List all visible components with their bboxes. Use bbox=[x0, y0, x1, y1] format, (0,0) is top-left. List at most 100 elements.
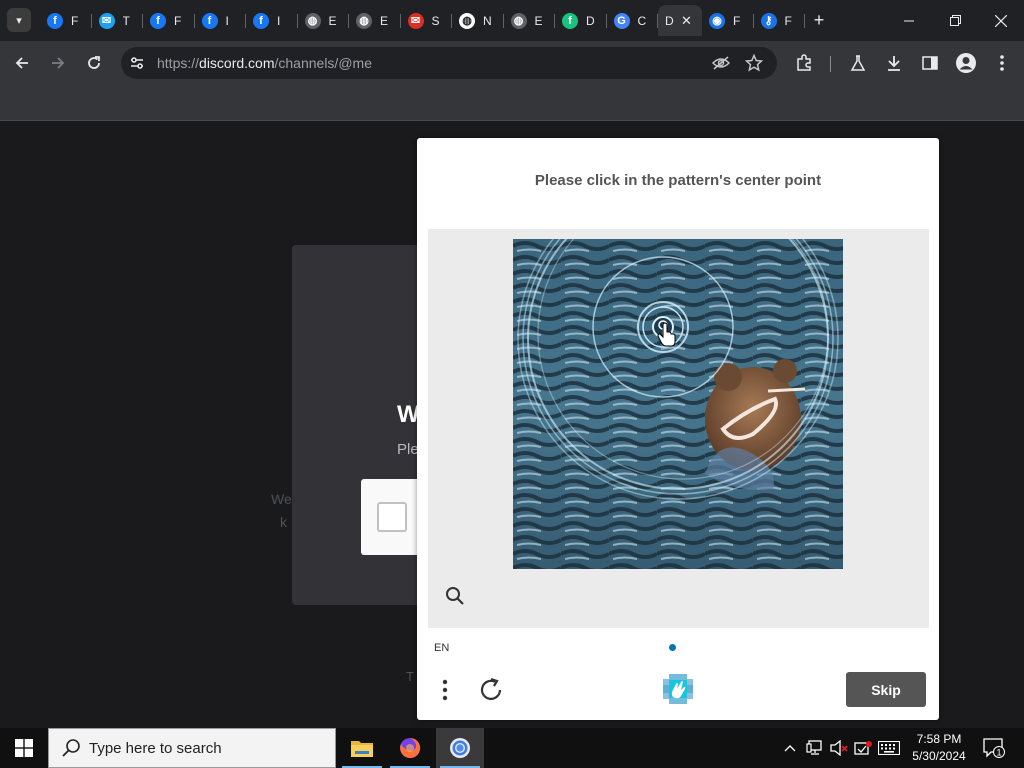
url-text[interactable]: https://discord.com/channels/@me bbox=[157, 55, 372, 71]
close-tab-icon[interactable]: ✕ bbox=[681, 13, 692, 29]
globe-10-favicon-icon: ◍ bbox=[510, 12, 527, 29]
search-placeholder: Type here to search bbox=[89, 739, 222, 757]
tab-facebook-5[interactable]: fI bbox=[246, 5, 298, 36]
tab-15-favicon-icon: ⚷ bbox=[760, 12, 777, 29]
tab-translate-12[interactable]: GC bbox=[607, 5, 658, 36]
captcha-checkbox[interactable] bbox=[377, 502, 407, 532]
tab-facebook-1[interactable]: fF bbox=[40, 5, 92, 36]
hcaptcha-dialog: Please click in the pattern's center poi… bbox=[417, 138, 939, 720]
translate-12-favicon-icon: G bbox=[613, 12, 630, 29]
forward-icon[interactable] bbox=[46, 51, 70, 75]
facebook-5-favicon-icon: f bbox=[253, 12, 269, 29]
notification-count: 1 bbox=[996, 748, 1001, 758]
tab-tab-15[interactable]: ⚷ F bbox=[754, 5, 805, 36]
tab-title: T bbox=[122, 13, 130, 28]
challenge-prompt: Please click in the pattern's center poi… bbox=[534, 172, 822, 189]
address-bar[interactable]: https://discord.com/channels/@me bbox=[121, 47, 777, 79]
refresh-challenge-icon[interactable] bbox=[477, 676, 505, 704]
tab-globe-9[interactable]: ◍ N bbox=[452, 5, 504, 36]
tab-title: E bbox=[534, 13, 543, 28]
tab-11-favicon-icon: f bbox=[562, 12, 578, 29]
tab-gmail-8[interactable]: ✉ S bbox=[401, 5, 452, 36]
browser-menu-icon[interactable] bbox=[990, 51, 1014, 75]
facebook-3-favicon-icon: f bbox=[150, 12, 166, 29]
background-text-1: We bbox=[271, 491, 292, 507]
reload-icon[interactable] bbox=[82, 51, 106, 75]
restore-icon[interactable] bbox=[932, 0, 978, 41]
start-windows-icon[interactable] bbox=[0, 728, 48, 768]
search-icon bbox=[62, 739, 80, 757]
labs-flask-icon[interactable] bbox=[846, 51, 870, 75]
close-window-icon[interactable] bbox=[978, 0, 1024, 41]
back-icon[interactable] bbox=[10, 51, 34, 75]
tab-facebook-3[interactable]: fF bbox=[143, 5, 195, 36]
tab-globe-7[interactable]: ◍ E bbox=[349, 5, 401, 36]
tab-title: F bbox=[733, 13, 741, 28]
background-text-2: k bbox=[280, 514, 287, 530]
eye-off-icon[interactable] bbox=[711, 53, 731, 73]
keyboard-icon[interactable] bbox=[876, 728, 902, 768]
gmail-8-favicon-icon: ✉ bbox=[407, 12, 424, 29]
tab-tab-11[interactable]: fD bbox=[555, 5, 607, 36]
tab-title: F bbox=[784, 13, 792, 28]
facebook-1-favicon-icon: f bbox=[47, 12, 63, 29]
skip-button[interactable]: Skip bbox=[846, 672, 926, 707]
volume-muted-icon[interactable] bbox=[828, 728, 850, 768]
system-clock[interactable]: 7:58 PM 5/30/2024 bbox=[906, 731, 972, 765]
site-settings-icon[interactable] bbox=[129, 55, 145, 71]
profile-avatar-icon[interactable] bbox=[954, 51, 978, 75]
tab-title: I bbox=[277, 13, 281, 28]
captcha-menu-icon[interactable] bbox=[437, 676, 453, 704]
challenge-area bbox=[428, 229, 929, 628]
browser-toolbar: https://discord.com/channels/@me bbox=[0, 41, 1024, 85]
tab-strip: ▾ f F ✉ Tf Ff If I ◍ E ◍ E ✉ S ◍ N ◍ Ef D G C D ✕ ◉ F ⚷ F + bbox=[0, 0, 1024, 41]
new-tab-button[interactable]: + bbox=[809, 8, 829, 32]
tab-title: N bbox=[483, 13, 491, 28]
tab-title: D bbox=[586, 13, 594, 28]
zoom-search-icon[interactable] bbox=[444, 585, 466, 607]
tray-chevron-icon[interactable] bbox=[780, 728, 800, 768]
minimize-icon[interactable] bbox=[886, 0, 932, 41]
progress-dot bbox=[669, 644, 676, 651]
url-path: /channels/@me bbox=[274, 55, 372, 71]
clock-date: 5/30/2024 bbox=[912, 749, 966, 763]
card-subtitle: Ple bbox=[397, 441, 419, 458]
firefox-icon[interactable] bbox=[386, 728, 434, 768]
language-selector[interactable]: EN bbox=[434, 642, 449, 654]
tab-tab-14[interactable]: ◉ F bbox=[702, 5, 754, 36]
network-icon[interactable] bbox=[804, 728, 826, 768]
globe-6-favicon-icon: ◍ bbox=[304, 12, 321, 29]
chrome-icon[interactable] bbox=[436, 728, 484, 768]
tab-globe-10[interactable]: ◍ E bbox=[504, 5, 555, 36]
tab-globe-6[interactable]: ◍ E bbox=[298, 5, 349, 36]
url-domain: discord.com bbox=[199, 55, 275, 71]
hcaptcha-logo-icon bbox=[661, 672, 695, 706]
security-icon[interactable] bbox=[852, 728, 874, 768]
toolbar-divider bbox=[830, 56, 831, 72]
url-prefix: https:// bbox=[157, 55, 200, 71]
file-explorer-icon[interactable] bbox=[338, 728, 386, 768]
tab-title: F bbox=[174, 13, 182, 28]
taskbar-search-box[interactable]: Type here to search bbox=[48, 728, 336, 768]
side-panel-icon[interactable] bbox=[918, 51, 942, 75]
notification-center-icon[interactable]: 1 bbox=[980, 728, 1008, 768]
clock-time: 7:58 PM bbox=[916, 732, 962, 746]
tab-title: D bbox=[665, 13, 674, 28]
tab-search-chevron-icon[interactable]: ▾ bbox=[7, 8, 31, 32]
download-icon[interactable] bbox=[882, 51, 906, 75]
tab-title: F bbox=[71, 13, 79, 28]
tab-tab-2[interactable]: ✉ T bbox=[92, 5, 143, 36]
extensions-icon[interactable] bbox=[792, 51, 816, 75]
bookmark-star-icon[interactable] bbox=[744, 53, 764, 73]
tab-separator bbox=[804, 14, 805, 28]
globe-9-favicon-icon: ◍ bbox=[459, 12, 475, 29]
tab-facebook-4[interactable]: fI bbox=[195, 5, 246, 36]
tab-title: E bbox=[328, 13, 337, 28]
tab-14-favicon-icon: ◉ bbox=[709, 12, 725, 29]
tab-active-discord[interactable]: D ✕ bbox=[658, 5, 702, 36]
challenge-image[interactable] bbox=[513, 239, 843, 569]
tab-title: S bbox=[431, 13, 440, 28]
facebook-4-favicon-icon: f bbox=[201, 12, 218, 29]
globe-7-favicon-icon: ◍ bbox=[356, 12, 372, 29]
background-text-3: T bbox=[406, 669, 414, 684]
